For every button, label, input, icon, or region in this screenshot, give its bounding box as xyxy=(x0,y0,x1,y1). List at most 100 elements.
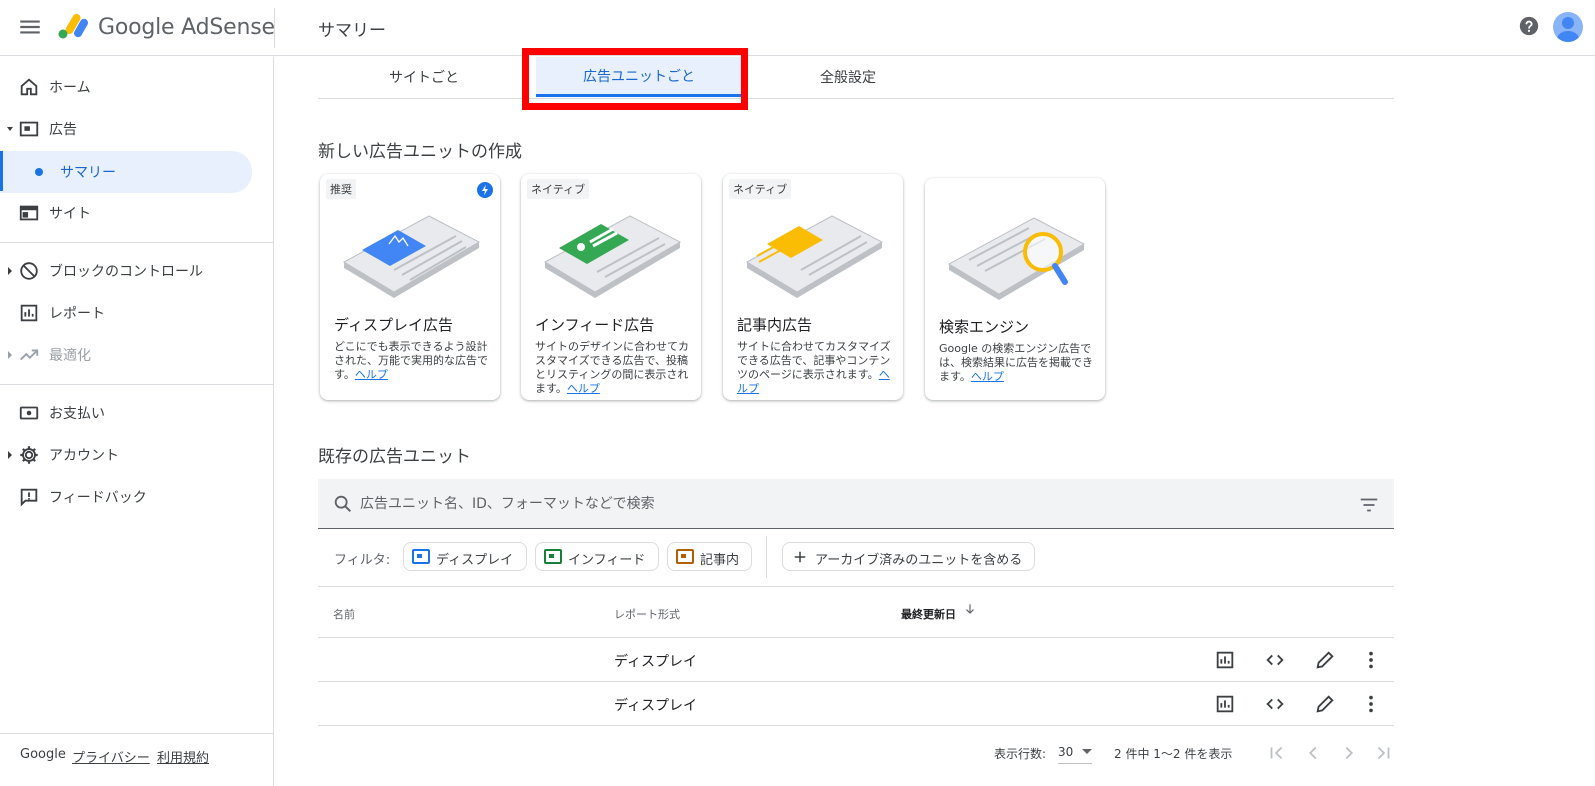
gear-icon xyxy=(18,444,40,466)
chevron-down-icon xyxy=(1082,749,1092,755)
table-row[interactable]: ディスプレイ xyxy=(318,682,1394,726)
include-archived-chip[interactable]: アーカイブ済みのユニットを含める xyxy=(782,542,1035,571)
payment-icon xyxy=(18,402,40,424)
chip-label: アーカイブ済みのユニットを含める xyxy=(815,553,1023,568)
topbar-divider xyxy=(274,8,275,48)
in-article-icon xyxy=(676,549,694,564)
filter-list-icon[interactable] xyxy=(1358,494,1380,516)
report-icon[interactable] xyxy=(1214,693,1236,715)
sidebar-item-label: サマリー xyxy=(60,165,116,181)
avatar[interactable] xyxy=(1553,12,1583,42)
existing-heading: 既存の広告ユニット xyxy=(318,447,471,467)
display-ad-card[interactable]: 推奨 ディスプレイ広告 どこにでも表示できるよう設計された、万能で実用的な広告で… xyxy=(320,174,500,400)
page-title: サマリー xyxy=(318,21,386,41)
help-link[interactable]: ヘルプ xyxy=(567,382,600,395)
sidebar-item-blocking-controls[interactable]: ブロックのコントロール xyxy=(0,251,274,291)
adsense-logo-icon xyxy=(57,12,89,40)
filter-chip-in-article[interactable]: 記事内 xyxy=(667,542,752,571)
menu-icon[interactable] xyxy=(17,14,43,40)
edit-icon[interactable] xyxy=(1314,693,1336,715)
search-input[interactable] xyxy=(360,490,1260,518)
arrow-down-icon[interactable] xyxy=(963,602,977,616)
tab-general-settings[interactable]: 全般設定 xyxy=(742,57,954,97)
terms-link[interactable]: 利用規約 xyxy=(157,747,209,766)
more-vert-icon[interactable] xyxy=(1360,649,1382,671)
sidebar-item-label: ブロックのコントロール xyxy=(49,264,203,280)
dot-icon xyxy=(35,168,43,176)
help-link[interactable]: ヘルプ xyxy=(971,370,1004,383)
in-article-ad-illustration xyxy=(737,204,889,304)
in-article-ad-card[interactable]: ネイティブ 記事内広告 サイトに合わせてカスタマイズできる広告で、記事やコンテン… xyxy=(723,174,903,400)
column-last-updated[interactable]: 最終更新日 xyxy=(901,606,956,622)
previous-page-icon[interactable] xyxy=(1302,742,1324,764)
next-page-icon[interactable] xyxy=(1338,742,1360,764)
card-title: インフィード広告 xyxy=(535,316,655,334)
table-header: 名前 レポート形式 最終更新日 xyxy=(318,586,1394,638)
ad-icon xyxy=(18,118,40,140)
help-link[interactable]: ヘルプ xyxy=(355,368,388,381)
trending-icon xyxy=(18,344,40,366)
report-icon[interactable] xyxy=(1214,649,1236,671)
sidebar-item-account[interactable]: アカウント xyxy=(0,435,274,475)
sidebar-item-label: 広告 xyxy=(49,122,77,138)
in-feed-icon xyxy=(544,549,562,564)
sidebar-item-label: アカウント xyxy=(49,448,119,464)
display-icon xyxy=(412,549,430,564)
search-engine-illustration xyxy=(939,206,1091,306)
code-icon[interactable] xyxy=(1264,649,1286,671)
first-page-icon[interactable] xyxy=(1266,742,1288,764)
edit-icon[interactable] xyxy=(1314,649,1336,671)
table-row[interactable]: ディスプレイ xyxy=(318,638,1394,682)
sidebar-item-label: レポート xyxy=(49,306,105,322)
sidebar-item-sites[interactable]: サイト xyxy=(0,193,274,233)
sidebar-item-label: サイト xyxy=(49,206,91,222)
card-description: Google の検索エンジン広告では、検索結果に広告を掲載できます。ヘルプ xyxy=(939,342,1093,383)
card-title: ディスプレイ広告 xyxy=(334,316,453,334)
row-format: ディスプレイ xyxy=(614,698,698,714)
chevron-down-icon xyxy=(7,125,13,133)
feedback-icon xyxy=(18,486,40,508)
sidebar-item-feedback[interactable]: フィードバック xyxy=(0,477,274,517)
help-icon[interactable] xyxy=(1518,15,1540,37)
sidebar-item-reports[interactable]: レポート xyxy=(0,293,274,333)
chevron-right-icon xyxy=(7,451,13,459)
code-icon[interactable] xyxy=(1264,693,1286,715)
sidebar-item-payments[interactable]: お支払い xyxy=(0,393,274,433)
sidebar-item-ads[interactable]: 広告 xyxy=(0,109,274,149)
tab-bar: サイトごと 広告ユニットごと 全般設定 xyxy=(318,57,1394,99)
last-page-icon[interactable] xyxy=(1372,742,1394,764)
filter-chip-in-feed[interactable]: インフィード xyxy=(535,542,659,571)
sidebar: ホーム 広告 サマリー サイト ブロックのコントロール レポート 最適化 お支払… xyxy=(0,57,274,786)
card-title: 記事内広告 xyxy=(737,316,813,334)
sidebar-divider xyxy=(0,384,274,385)
sidebar-item-optimization[interactable]: 最適化 xyxy=(0,335,274,375)
in-feed-ad-card[interactable]: ネイティブ インフィード広告 サイトのデザインに合わせてカスタマイズできる広告で… xyxy=(521,174,701,400)
top-app-bar: Google AdSense サマリー xyxy=(0,0,1595,56)
active-indicator xyxy=(0,151,3,191)
native-badge: ネイティブ xyxy=(729,179,792,199)
page-range-text: 2 件中 1〜2 件を表示 xyxy=(1114,747,1233,761)
tab-by-site[interactable]: サイトごと xyxy=(318,57,530,97)
report-icon xyxy=(18,302,40,324)
native-badge: ネイティブ xyxy=(527,179,590,199)
sidebar-divider xyxy=(0,242,274,243)
row-format: ディスプレイ xyxy=(614,654,698,670)
sidebar-item-home[interactable]: ホーム xyxy=(0,67,274,107)
chip-label: インフィード xyxy=(568,553,646,568)
card-description: サイトに合わせてカスタマイズできる広告で、記事やコンテンツのページに表示されます… xyxy=(737,340,891,395)
chevron-right-icon xyxy=(7,351,13,359)
filter-chip-display[interactable]: ディスプレイ xyxy=(403,542,527,571)
search-engine-ad-card[interactable]: 検索エンジン Google の検索エンジン広告では、検索結果に広告を掲載できます… xyxy=(925,178,1105,400)
filter-divider xyxy=(766,536,767,578)
card-title: 検索エンジン xyxy=(939,318,1030,336)
more-vert-icon[interactable] xyxy=(1360,693,1382,715)
sidebar-item-summary[interactable]: サマリー xyxy=(0,151,252,193)
column-name[interactable]: 名前 xyxy=(333,606,355,622)
in-feed-ad-illustration xyxy=(535,204,687,304)
column-format[interactable]: レポート形式 xyxy=(614,606,680,622)
search-bar xyxy=(318,479,1394,529)
privacy-link[interactable]: プライバシー xyxy=(72,747,150,766)
chevron-right-icon xyxy=(7,267,13,275)
card-description: どこにでも表示できるよう設計された、万能で実用的な広告です。ヘルプ xyxy=(334,340,488,381)
create-heading: 新しい広告ユニットの作成 xyxy=(318,142,522,162)
